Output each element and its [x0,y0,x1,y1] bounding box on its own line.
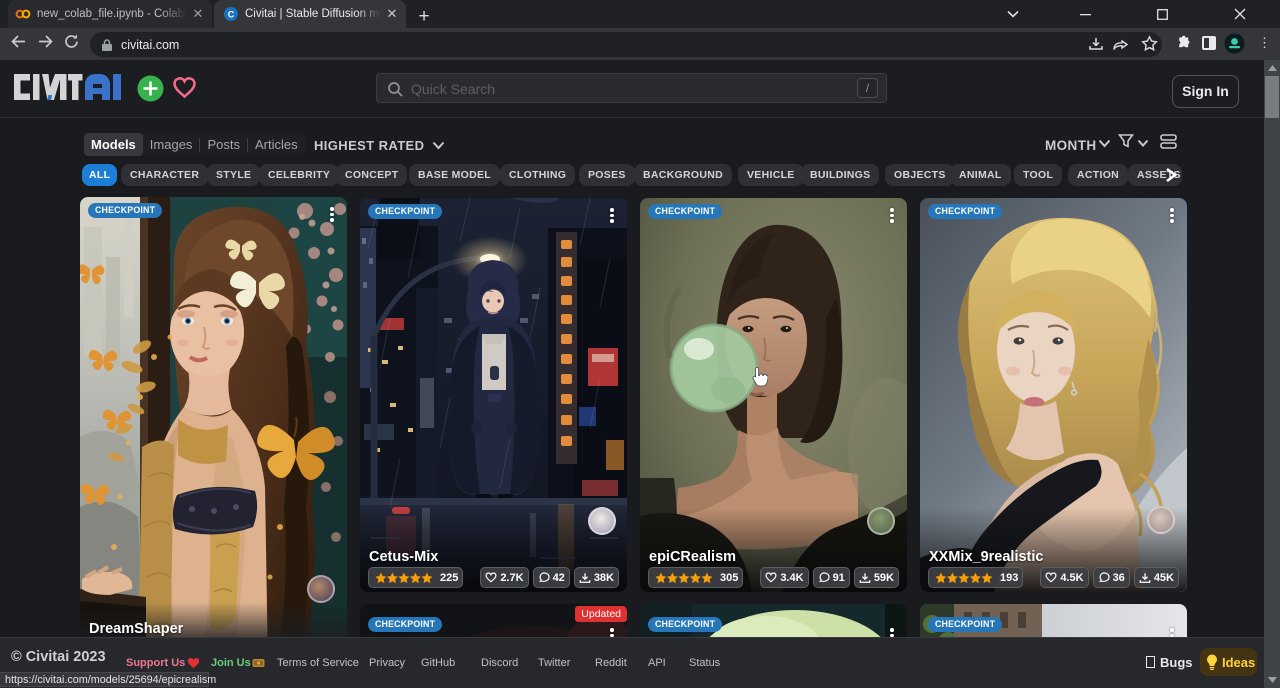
svg-text:C: C [228,10,235,20]
